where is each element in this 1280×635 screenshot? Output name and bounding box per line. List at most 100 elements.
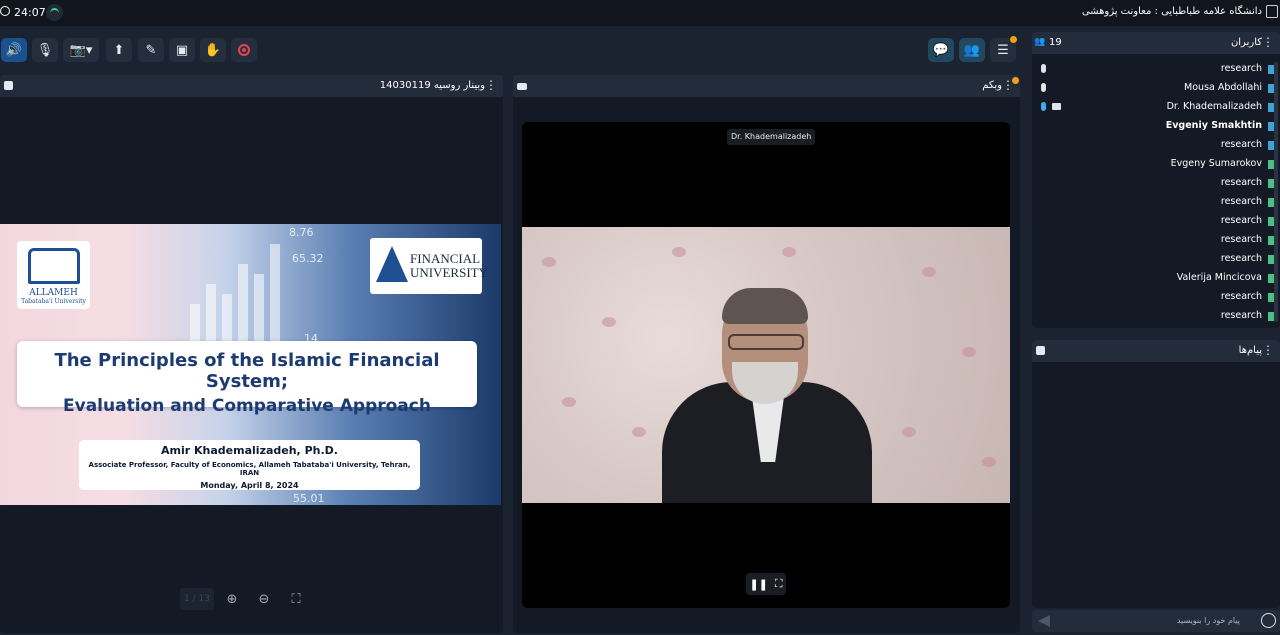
emoji-icon[interactable] xyxy=(1261,613,1276,628)
financial-university-logo: FINANCIAL UNIVERSITY xyxy=(370,238,488,294)
user-name: research xyxy=(1220,215,1262,226)
user-row[interactable]: research xyxy=(1032,136,1280,155)
user-name: Valerija Mincicova xyxy=(1176,272,1262,283)
user-row[interactable]: Mousa Abdollahi xyxy=(1032,79,1280,98)
users-title: کاربران xyxy=(1230,37,1262,48)
presentation-header: وبینار روسیه 14030119 ⋮ xyxy=(0,75,503,97)
camera-icon xyxy=(517,83,527,90)
file-icon xyxy=(4,81,13,90)
user-name: research xyxy=(1220,291,1262,302)
logo-text: FINANCIAL xyxy=(410,251,481,266)
connection-icon[interactable] xyxy=(46,4,63,21)
clock-icon xyxy=(0,6,10,16)
user-row[interactable]: research xyxy=(1032,288,1280,307)
users-icon: 👥 xyxy=(1034,37,1046,47)
webcam-title: وبکم xyxy=(982,80,1002,91)
presentation-title: وبینار روسیه 14030119 xyxy=(379,80,485,91)
speaker-video-frame xyxy=(522,227,1010,503)
record-button[interactable] xyxy=(231,38,257,62)
record-icon xyxy=(238,44,250,56)
room-title: دانشگاه علامه طباطبایی : معاونت پژوهشی xyxy=(1081,6,1262,17)
mic-mute-button[interactable]: 🎙 xyxy=(32,38,58,62)
users-options-icon[interactable]: ⋮ xyxy=(1262,35,1274,49)
pause-icon[interactable]: ❚❚ xyxy=(749,578,767,591)
user-name: Evgeny Sumarokov xyxy=(1170,158,1262,169)
fullscreen-icon[interactable]: ⛶ xyxy=(775,577,783,591)
share-screen-button[interactable]: ⬆ xyxy=(106,38,132,62)
users-header: 👥 19 کاربران ⋮ xyxy=(1032,32,1280,54)
microphone-icon xyxy=(1041,83,1046,92)
user-name: Dr. Khademalizadeh xyxy=(1166,101,1262,112)
presentation-options-icon[interactable]: ⋮ xyxy=(485,78,497,92)
zoom-in-icon[interactable]: ⊕ xyxy=(218,588,246,610)
whiteboard-button[interactable]: ✎ xyxy=(138,38,164,62)
slide-number: 8.76 xyxy=(289,226,314,239)
send-icon[interactable] xyxy=(1038,615,1050,627)
user-row[interactable]: Evgeniy Smakhtin xyxy=(1032,117,1280,136)
user-row[interactable]: research xyxy=(1032,231,1280,250)
user-name: research xyxy=(1220,63,1262,74)
user-name: Mousa Abdollahi xyxy=(1184,82,1262,93)
slide-number: 65.32 xyxy=(292,252,324,265)
microphone-icon xyxy=(1041,64,1046,73)
user-row[interactable]: research xyxy=(1032,60,1280,79)
raise-hand-button[interactable]: ✋ xyxy=(200,38,226,62)
user-row[interactable]: Valerija Mincicova xyxy=(1032,269,1280,288)
chat-icon xyxy=(1036,346,1045,355)
camera-off-button[interactable]: 📷▾ xyxy=(63,38,99,62)
main-toolbar: 🔊 🎙 📷▾ ⬆ ✎ ▣ ✋ 💬 👥 ☰ xyxy=(0,32,1020,68)
slide-controls: 1 / 13 ⊕ ⊖ ⛶ xyxy=(180,588,330,610)
user-name: research xyxy=(1220,310,1262,321)
messages-options-icon[interactable]: ⋮ xyxy=(1262,343,1274,357)
user-name: research xyxy=(1220,253,1262,264)
user-count: 19 xyxy=(1049,37,1062,48)
files-button[interactable]: ▣ xyxy=(169,38,195,62)
user-row[interactable]: Dr. Khademalizadeh xyxy=(1032,98,1280,117)
message-input[interactable]: پیام خود را بنویسید xyxy=(1177,616,1240,625)
messages-panel: پیام‌ها ⋮ xyxy=(1032,340,1280,608)
slide-title-line1: The Principles of the Islamic Financial … xyxy=(54,350,440,392)
slide-background-chart xyxy=(190,234,310,344)
webcam-header: وبکم ⋮ xyxy=(513,75,1020,97)
user-list-scrollbar[interactable] xyxy=(1274,62,1278,322)
notification-dot xyxy=(1012,77,1019,84)
user-row[interactable]: research xyxy=(1032,212,1280,231)
user-row[interactable]: research xyxy=(1032,307,1280,326)
slide-title-line2: Evaluation and Comparative Approach xyxy=(63,396,431,416)
fullscreen-icon[interactable]: ⛶ xyxy=(282,588,310,610)
emblem-icon xyxy=(27,248,80,284)
user-row[interactable]: research xyxy=(1032,250,1280,269)
chat-button[interactable]: 💬 xyxy=(928,38,954,62)
university-logo-icon xyxy=(1266,5,1278,18)
message-composer[interactable]: پیام خود را بنویسید xyxy=(1032,610,1280,632)
user-name: research xyxy=(1220,234,1262,245)
speaker-button[interactable]: 🔊 xyxy=(1,38,27,62)
zoom-out-icon[interactable]: ⊖ xyxy=(250,588,278,610)
notification-dot xyxy=(1010,36,1017,43)
microphone-icon xyxy=(1041,102,1046,111)
user-row[interactable]: research xyxy=(1032,174,1280,193)
messages-header: پیام‌ها ⋮ xyxy=(1032,340,1280,362)
author-name: Amir Khademalizadeh, Ph.D. xyxy=(161,444,338,457)
video-feed[interactable]: Dr. Khademalizadeh ❚❚ ⛶ xyxy=(522,122,1010,608)
camera-icon xyxy=(1052,103,1061,110)
user-name: research xyxy=(1220,139,1262,150)
users-panel: 👥 19 کاربران ⋮ research Mousa Abdollahi Dr… xyxy=(1032,32,1280,328)
page-indicator[interactable]: 1 / 13 xyxy=(180,588,214,610)
logo-name: ALLAMEH xyxy=(29,288,78,298)
author-affiliation: Associate Professor, Faculty of Economic… xyxy=(88,461,411,477)
user-row[interactable]: Evgeny Sumarokov xyxy=(1032,155,1280,174)
logo-triangle-icon xyxy=(376,246,408,282)
speaker-person xyxy=(662,282,872,503)
allameh-logo: ALLAMEH Tabataba'i University xyxy=(17,241,90,309)
status-bar: 24:07 دانشگاه علامه طباطبایی : معاونت پژ… xyxy=(0,0,1280,26)
user-name: research xyxy=(1220,196,1262,207)
logo-subtitle: Tabataba'i University xyxy=(21,298,86,305)
user-name: research xyxy=(1220,177,1262,188)
participants-button[interactable]: 👥 xyxy=(959,38,985,62)
user-row[interactable]: research xyxy=(1032,193,1280,212)
presentation-date: Monday, April 8, 2024 xyxy=(200,481,299,490)
messages-title: پیام‌ها xyxy=(1238,345,1262,356)
slide-number: 55.01 xyxy=(293,492,325,505)
user-name: Evgeniy Smakhtin xyxy=(1165,120,1262,131)
